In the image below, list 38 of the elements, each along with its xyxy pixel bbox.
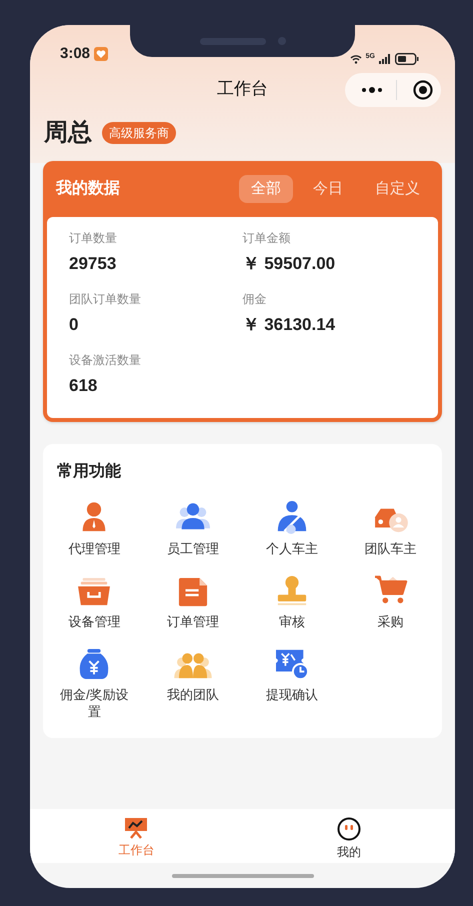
money-bag-icon [78, 648, 110, 680]
tab-bar-item[interactable]: 我的 [242, 809, 455, 863]
user-name: 周总 [44, 118, 92, 148]
stat-label: 设备激活数量 [69, 352, 141, 369]
stat-label: 团队订单数量 [69, 291, 141, 308]
signal-icon [379, 54, 391, 64]
function-item[interactable]: 团队车主 [341, 498, 440, 557]
function-item[interactable]: 审核 [242, 571, 342, 630]
drawer-icon [77, 577, 112, 607]
stat-value: 618 [69, 375, 98, 397]
stat-value: 29753 [69, 253, 116, 275]
status-time: 3:08 [60, 44, 90, 64]
stat-label: 佣金 [242, 291, 266, 308]
function-item[interactable]: 我的团队 [144, 644, 242, 720]
document-icon [178, 577, 208, 607]
function-item[interactable]: 订单管理 [144, 571, 242, 630]
stat-value: ￥ 36130.14 [242, 314, 336, 336]
section-title: 常用功能 [56, 462, 122, 482]
wifi-icon [350, 54, 362, 64]
function-item[interactable]: 提现确认 [242, 644, 342, 720]
function-item[interactable]: 采购 [341, 571, 440, 630]
stat-label: 订单金额 [242, 230, 290, 247]
more-icon[interactable] [361, 87, 383, 93]
stat-value: ￥ 59507.00 [242, 253, 336, 275]
function-item[interactable]: 设备管理 [45, 571, 144, 630]
function-item[interactable]: 个人车主 [242, 498, 342, 557]
ticket-clock-icon [274, 648, 309, 680]
face-icon [336, 817, 361, 841]
function-item[interactable]: 员工管理 [144, 498, 242, 557]
stat-label: 订单数量 [69, 230, 117, 247]
card-title: 我的数据 [56, 178, 120, 199]
function-item[interactable]: 佣金/奖励设置 [45, 644, 144, 720]
stat-value: 0 [69, 314, 78, 336]
page-title: 工作台 [217, 78, 268, 100]
level-badge: 高级服务商 [102, 122, 176, 144]
battery-icon [395, 53, 419, 65]
function-item[interactable]: 代理管理 [45, 498, 144, 557]
chart-board-icon [124, 817, 148, 839]
